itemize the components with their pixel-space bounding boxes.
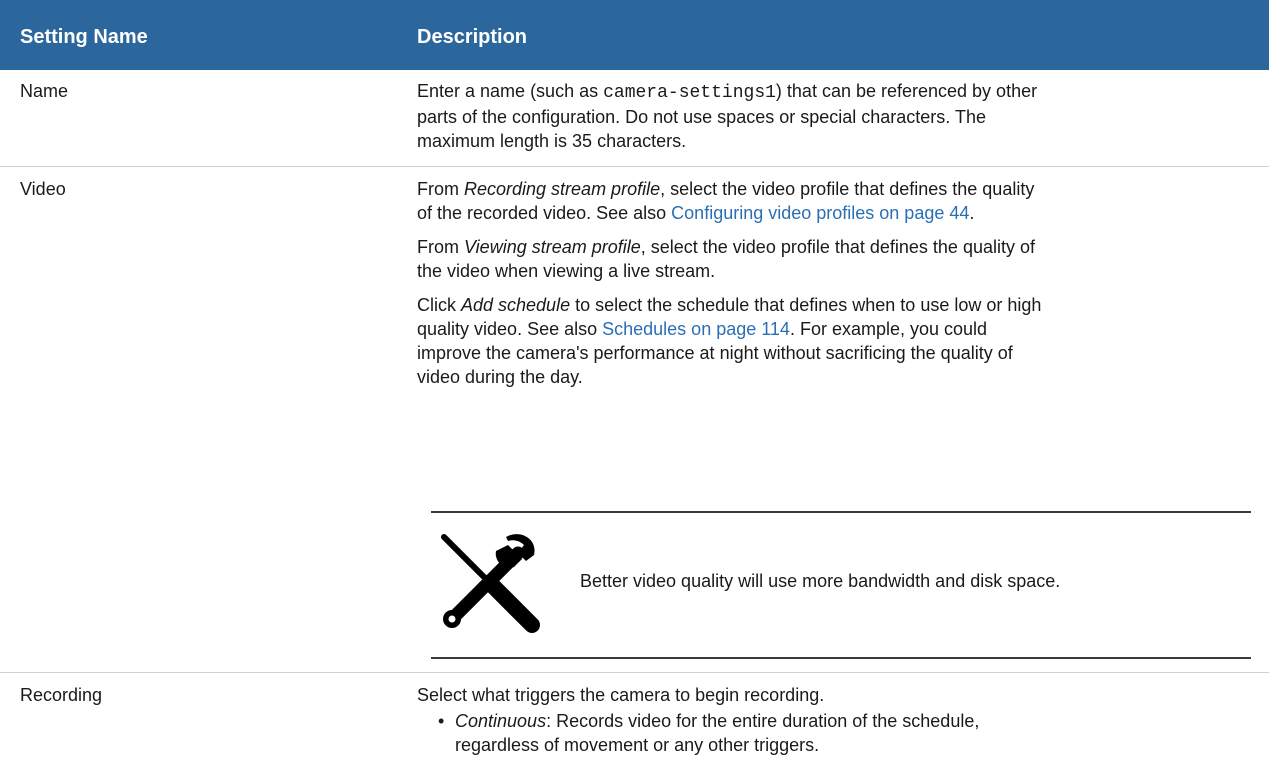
video-p3-em: Add schedule bbox=[461, 295, 571, 315]
row-divider bbox=[0, 166, 1269, 167]
video-p3-post: to select the schedule that defines when… bbox=[570, 295, 1042, 315]
link-schedules[interactable]: Schedules on page 114 bbox=[602, 319, 790, 339]
tools-icon bbox=[434, 531, 540, 635]
row-divider bbox=[0, 672, 1269, 673]
note-bottom-rule bbox=[431, 657, 1251, 659]
video-p1-end: . bbox=[969, 203, 975, 223]
video-p3-line2-post: . For example, you could bbox=[789, 319, 988, 339]
name-desc-line3: maximum length is 35 characters. bbox=[417, 131, 687, 151]
name-desc-pre: Enter a name (such as bbox=[417, 81, 604, 101]
bullet-continuous-post: : Records video for the entire duration … bbox=[546, 711, 980, 731]
row-video-label: Video bbox=[20, 179, 66, 199]
video-p2-pre: From bbox=[417, 237, 464, 257]
bullet-marker: • bbox=[438, 711, 445, 731]
row-name-description: Enter a name (such as camera-settings1) … bbox=[417, 79, 1252, 153]
bullet-continuous-em: Continuous bbox=[455, 711, 547, 731]
video-p1-post: , select the video profile that defines … bbox=[660, 179, 1035, 199]
video-p1-em: Recording stream profile bbox=[464, 179, 661, 199]
video-paragraph-1: From Recording stream profile, select th… bbox=[417, 177, 1252, 225]
video-p3-line4: video during the day. bbox=[417, 367, 583, 387]
name-code-example: camera-settings1 bbox=[603, 83, 776, 103]
recording-bullet-continuous: Continuous: Records video for the entire… bbox=[455, 709, 1255, 757]
note-top-rule bbox=[431, 511, 1251, 513]
note-text: Better video quality will use more bandw… bbox=[580, 571, 1061, 591]
row-recording-label: Recording bbox=[20, 685, 103, 705]
table-header: Setting Name Description bbox=[0, 0, 1269, 70]
video-p3-line3: improve the camera's performance at nigh… bbox=[417, 343, 1013, 363]
bullet-continuous-line2: regardless of movement or any other trig… bbox=[455, 735, 820, 755]
name-desc-line2: parts of the configuration. Do not use s… bbox=[417, 107, 986, 127]
video-paragraph-3: Click Add schedule to select the schedul… bbox=[417, 293, 1252, 389]
recording-description: Select what triggers the camera to begin… bbox=[417, 685, 825, 705]
header-description: Description bbox=[417, 26, 528, 48]
video-p2-post: , select the video profile that defines … bbox=[640, 237, 1035, 257]
row-name-label: Name bbox=[20, 81, 69, 101]
video-p1-pre: From bbox=[417, 179, 464, 199]
video-paragraph-2: From Viewing stream profile, select the … bbox=[417, 235, 1252, 283]
video-p1-line2: of the recorded video. See also bbox=[417, 203, 672, 223]
name-desc-post: ) that can be referenced by other bbox=[775, 81, 1038, 101]
header-setting-name: Setting Name bbox=[20, 26, 148, 48]
link-configuring-video-profiles[interactable]: Configuring video profiles on page 44 bbox=[671, 203, 969, 223]
video-p2-line2: the video when viewing a live stream. bbox=[417, 261, 716, 281]
video-p3-pre: Click bbox=[417, 295, 461, 315]
video-p2-em: Viewing stream profile bbox=[464, 237, 641, 257]
video-p3-line2-pre: quality video. See also bbox=[417, 319, 603, 339]
